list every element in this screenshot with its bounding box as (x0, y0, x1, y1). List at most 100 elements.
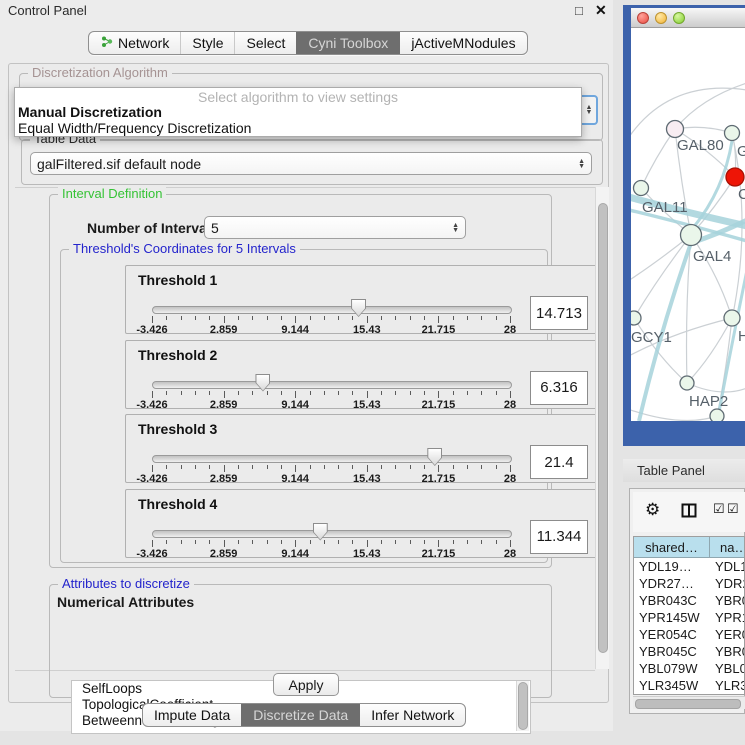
panel-scrollbar-thumb[interactable] (598, 203, 608, 653)
tick-mark (181, 540, 182, 544)
close-icon[interactable]: ✕ (595, 2, 607, 19)
network-edge[interactable] (634, 235, 691, 318)
number-of-intervals-spinner[interactable]: 5 ▲▼ (204, 216, 466, 239)
table-row[interactable]: YBR043CYBR0 (634, 592, 744, 609)
threshold-value-field[interactable]: 14.713 (530, 296, 588, 330)
network-node-gal80[interactable] (667, 121, 684, 138)
tick-mark (295, 316, 296, 323)
threshold-label: Threshold 4 (138, 496, 217, 512)
tick-mark (267, 465, 268, 469)
slider-handle[interactable] (351, 299, 366, 317)
zoom-traffic-light-icon[interactable] (673, 12, 685, 24)
tick-mark (281, 465, 282, 469)
algorithm-option[interactable]: Manual Discretization (15, 104, 581, 120)
tick-label: 9.144 (263, 473, 327, 485)
tab-style[interactable]: Style (180, 32, 234, 54)
table-row[interactable]: YLR345WYLR3 (634, 677, 744, 694)
table-row[interactable]: YBR045CYBR0 (634, 643, 744, 660)
tab-cyni-toolbox[interactable]: Cyni Toolbox (296, 32, 399, 54)
panel-scrollbar[interactable] (595, 187, 609, 669)
checkbox-icon[interactable]: ☑ (727, 501, 739, 517)
tick-mark (410, 465, 411, 469)
bottom-tab-discretize-data[interactable]: Discretize Data (241, 704, 359, 726)
tab-label: Cyni Toolbox (308, 35, 388, 51)
network-node-gal4[interactable] (681, 225, 702, 246)
network-node-ga[interactable] (725, 126, 740, 141)
table-row[interactable]: YER054CYER0 (634, 626, 744, 643)
tab-network[interactable]: Network (89, 32, 180, 54)
minimize-traffic-light-icon[interactable] (655, 12, 667, 24)
network-node-gal11[interactable] (634, 181, 649, 196)
network-node-hap2[interactable] (680, 376, 694, 390)
threshold-value-field[interactable]: 11.344 (530, 520, 588, 554)
stepper-arrows-icon[interactable]: ▲▼ (452, 223, 459, 233)
tick-mark (453, 465, 454, 469)
slider-handle[interactable] (255, 374, 270, 392)
discretization-algorithm-label: Discretization Algorithm (28, 66, 172, 80)
stepper-arrows-icon[interactable]: ▲▼ (578, 159, 585, 169)
gear-icon[interactable]: ⚙ (645, 500, 660, 520)
table-row[interactable]: YDR27…YDR2 (634, 575, 744, 592)
table-row[interactable]: YDL19…YDL1 (634, 558, 744, 575)
slider-track[interactable] (152, 530, 512, 538)
algorithm-options: Manual DiscretizationEqual Width/Frequen… (15, 104, 581, 136)
cyni-toolbox-panel: Discretization Algorithm Table Data galF… (8, 63, 609, 703)
tick-mark (209, 540, 210, 544)
network-edge[interactable] (675, 83, 745, 129)
float-window-icon[interactable]: □ (575, 3, 583, 18)
threshold-label: Threshold 1 (138, 272, 217, 288)
column-header-name[interactable]: na… (710, 537, 744, 557)
tick-mark (252, 465, 253, 469)
network-node-label: GAL80 (677, 137, 724, 154)
checkbox-icon[interactable]: ☑ (713, 501, 725, 517)
tick-mark (367, 391, 368, 398)
table-horizontal-scrollbar[interactable] (633, 696, 745, 709)
table-hscroll-thumb[interactable] (635, 699, 741, 709)
thresholds-group: Threshold's Coordinates for 5 Intervals … (60, 249, 548, 563)
slider-track[interactable] (152, 381, 512, 389)
apply-button[interactable]: Apply (273, 673, 339, 696)
bottom-tab-infer-network[interactable]: Infer Network (359, 704, 465, 726)
network-canvas[interactable]: GAL80GACGAL11GAL4GCY1HHAP2 (631, 28, 745, 421)
attributes-list-scrollbar[interactable] (516, 681, 529, 731)
node-attribute-table[interactable]: shared… na… YDL19…YDL1YDR27…YDR2YBR043CY… (633, 536, 745, 695)
tick-mark (324, 391, 325, 395)
table-panel-toolbar: ⚙ ☑ ☑ (633, 492, 745, 532)
slider-handle[interactable] (313, 523, 328, 541)
tick-mark (424, 391, 425, 395)
table-row[interactable]: YBL079WYBL0 (634, 660, 744, 677)
tab-jactivemnodules[interactable]: jActiveMNodules (399, 32, 526, 54)
tick-mark (295, 391, 296, 398)
tick-label: 2.859 (192, 473, 256, 485)
network-node-gcy1[interactable] (631, 311, 641, 325)
network-edge[interactable] (634, 318, 687, 383)
threshold-value-field[interactable]: 6.316 (530, 371, 588, 405)
network-edge[interactable] (641, 129, 675, 188)
network-node[interactable] (710, 409, 724, 421)
table-data-select[interactable]: galFiltered.sif default node ▲▼ (30, 152, 592, 175)
table-row[interactable]: YIL053CYIL0 (634, 694, 744, 695)
table-row[interactable]: YPR145WYPR1 (634, 609, 744, 626)
tick-mark (352, 465, 353, 469)
network-node-c[interactable] (726, 168, 744, 186)
tick-mark (224, 316, 225, 323)
threshold-value-field[interactable]: 21.4 (530, 445, 588, 479)
slider-track[interactable] (152, 455, 512, 463)
network-edge[interactable] (687, 383, 745, 392)
tick-mark (166, 465, 167, 469)
split-view-icon[interactable] (681, 503, 697, 523)
tick-label: 15.43 (335, 324, 399, 336)
tab-select[interactable]: Select (234, 32, 296, 54)
tick-mark (310, 540, 311, 544)
algorithm-option[interactable]: Equal Width/Frequency Discretization (15, 120, 581, 136)
column-header-shared-name[interactable]: shared… (634, 537, 710, 557)
network-node-h[interactable] (724, 310, 740, 326)
slider-track[interactable] (152, 306, 512, 314)
tick-label: 21.715 (406, 399, 470, 411)
slider-handle[interactable] (427, 448, 442, 466)
tick-mark (352, 391, 353, 395)
tick-mark (410, 391, 411, 395)
bottom-tab-impute-data[interactable]: Impute Data (143, 704, 241, 726)
close-traffic-light-icon[interactable] (637, 12, 649, 24)
tick-label: 9.144 (263, 548, 327, 560)
